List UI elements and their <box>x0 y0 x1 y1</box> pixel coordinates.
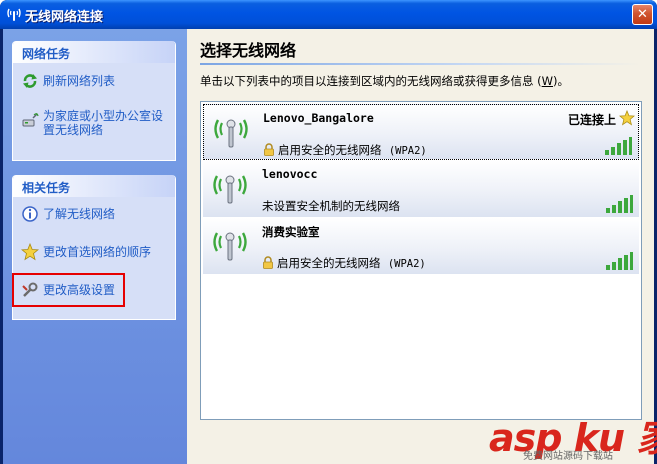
info-icon <box>22 206 38 222</box>
close-icon: ✕ <box>637 7 648 22</box>
wireless-antenna-icon <box>213 175 247 204</box>
network-security-type: (WPA2) <box>387 258 426 270</box>
network-item-lenovocc[interactable]: lenovocc 未设置安全机制的无线网络 <box>203 161 639 217</box>
network-security-type: (WPA2) <box>388 145 427 157</box>
signal-strength-icon <box>606 195 633 213</box>
lock-icon <box>263 256 273 269</box>
learn-wireless-link[interactable]: 了解无线网络 <box>13 205 175 225</box>
title-divider <box>200 63 640 65</box>
refresh-network-list-label: 刷新网络列表 <box>43 74 116 88</box>
star-icon <box>21 243 39 261</box>
instruction-text: 单击以下列表中的项目以连接到区域内的无线网络或获得更多信息 (W)。 <box>200 73 569 89</box>
lock-icon <box>264 143 274 156</box>
network-tasks-panel: 网络任务 刷新网络列表 为家庭或小型办公室设 置无线网络 <box>12 41 176 161</box>
learn-wireless-label: 了解无线网络 <box>43 207 116 221</box>
wireless-icon <box>7 8 21 21</box>
instruction-prefix: 单击以下列表中的项目以连接到区域内的无线网络或获得更多信息 ( <box>200 74 542 88</box>
connection-status: 已连接上 <box>567 113 616 127</box>
signal-strength-icon <box>605 137 632 155</box>
network-security: 启用安全的无线网络 (WPA2) <box>262 255 426 271</box>
change-preferred-order-label: 更改首选网络的顺序 <box>43 245 152 259</box>
network-ssid: 消费实验室 <box>262 225 320 239</box>
preferred-star-icon <box>619 110 635 126</box>
setup-home-network-link[interactable]: 为家庭或小型办公室设 置无线网络 <box>13 107 175 141</box>
change-advanced-settings-link[interactable]: 更改高级设置 <box>13 281 175 301</box>
window-title: 无线网络连接 <box>25 10 104 25</box>
window-body: 网络任务 刷新网络列表 为家庭或小型办公室设 置无线网络 相关任务 了解无线网络… <box>3 29 654 464</box>
setup-home-network-label-line2: 置无线网络 <box>43 123 104 137</box>
sidebar: 网络任务 刷新网络列表 为家庭或小型办公室设 置无线网络 相关任务 了解无线网络… <box>3 29 187 464</box>
related-tasks-panel: 相关任务 了解无线网络 更改首选网络的顺序 更改高级设置 <box>12 175 176 320</box>
network-security: 未设置安全机制的无线网络 <box>262 198 400 214</box>
network-item-lenovo-bangalore[interactable]: Lenovo_Bangalore 启用安全的无线网络 (WPA2) 已连接上 <box>203 104 639 160</box>
main-content: 选择无线网络 单击以下列表中的项目以连接到区域内的无线网络或获得更多信息 (W)… <box>187 29 654 464</box>
setup-network-icon <box>22 113 39 127</box>
network-security-text: 启用安全的无线网络 <box>278 143 382 157</box>
wireless-network-window: 无线网络连接 ✕ 网络任务 刷新网络列表 为家庭或小型办公室设 置无线网络 相关… <box>0 0 657 464</box>
network-item-consumer-lab[interactable]: 消费实验室 启用安全的无线网络 (WPA2) <box>203 218 639 274</box>
change-advanced-settings-label: 更改高级设置 <box>43 283 116 297</box>
change-preferred-order-link[interactable]: 更改首选网络的顺序 <box>13 243 175 263</box>
network-list[interactable]: Lenovo_Bangalore 启用安全的无线网络 (WPA2) 已连接上 l… <box>200 101 642 420</box>
wireless-antenna-icon <box>213 232 247 261</box>
refresh-network-list-link[interactable]: 刷新网络列表 <box>13 72 175 92</box>
signal-strength-icon <box>606 252 633 270</box>
close-button[interactable]: ✕ <box>632 4 653 25</box>
related-tasks-heading[interactable]: 相关任务 <box>13 175 175 197</box>
instruction-access-key: W <box>541 74 554 88</box>
wireless-antenna-icon <box>214 119 248 148</box>
network-ssid: Lenovo_Bangalore <box>263 111 374 125</box>
network-security-text: 启用安全的无线网络 <box>277 256 381 270</box>
refresh-icon <box>23 74 37 88</box>
setup-home-network-label-line1: 为家庭或小型办公室设 <box>43 109 164 123</box>
network-tasks-heading[interactable]: 网络任务 <box>13 41 175 63</box>
page-title: 选择无线网络 <box>200 41 297 60</box>
title-bar[interactable]: 无线网络连接 ✕ <box>0 0 657 29</box>
network-security-text: 未设置安全机制的无线网络 <box>262 199 400 213</box>
settings-icon <box>22 282 38 297</box>
instruction-suffix: )。 <box>553 74 570 88</box>
network-ssid: lenovocc <box>262 167 318 181</box>
network-security: 启用安全的无线网络 (WPA2) <box>263 142 427 158</box>
